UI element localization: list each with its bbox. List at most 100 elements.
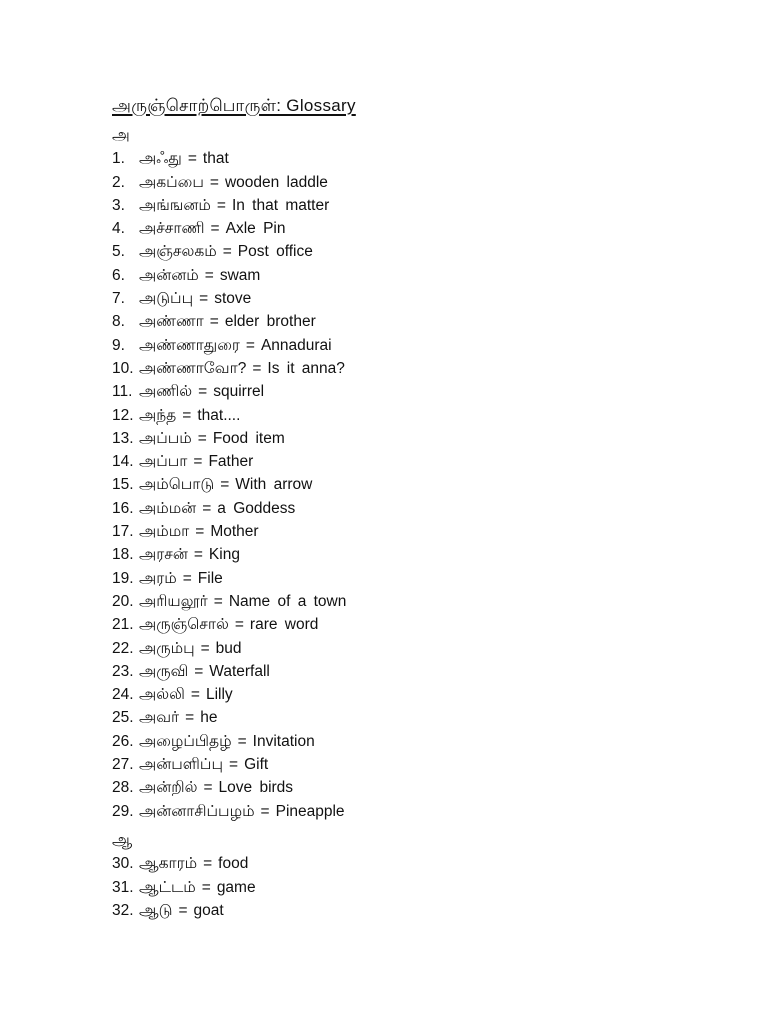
entry-separator: = bbox=[209, 313, 219, 331]
glossary-page: அருஞ்சொற்பொருள்: Glossary அ 1. அஃது = that 2.… bbox=[112, 94, 712, 922]
entry-tamil-word: அம்மன் bbox=[139, 499, 197, 517]
entry-tamil-word: அணில் bbox=[139, 383, 193, 401]
entry-tamil-word: அஞ்சலகம் bbox=[139, 243, 217, 261]
entry-number: 4. bbox=[112, 220, 125, 238]
entry-english-meaning: goat bbox=[193, 901, 224, 919]
entry-tamil-word: அரும்பு bbox=[139, 639, 195, 657]
entry-tamil-word: அண்ணாவோ? bbox=[139, 359, 247, 377]
entry-english-meaning: elder brother bbox=[224, 313, 316, 331]
glossary-entry: 23. அருவி = Waterfall bbox=[112, 660, 712, 683]
entry-tamil-word: அஃது bbox=[139, 150, 182, 168]
entry-separator: = bbox=[213, 592, 223, 610]
entry-number: 18. bbox=[112, 546, 134, 564]
glossary-entry: 12. அந்த = that.... bbox=[112, 404, 712, 427]
entry-separator: = bbox=[237, 732, 247, 750]
entry-separator: = bbox=[187, 150, 197, 168]
entry-tamil-word: அவர் bbox=[139, 709, 180, 727]
entry-separator: = bbox=[194, 662, 204, 680]
entry-separator: = bbox=[209, 173, 219, 191]
glossary-entry: 3. அங்ஙனம் = In that matter bbox=[112, 194, 712, 217]
entry-tamil-word: அரியலூர் bbox=[139, 592, 208, 610]
entry-separator: = bbox=[234, 616, 244, 634]
glossary-entry: 29. அன்னாசிப்பழம் = Pineapple bbox=[112, 800, 712, 823]
glossary-entry: 30. ஆகாரம் = food bbox=[112, 852, 712, 875]
entry-number: 21. bbox=[112, 616, 134, 634]
glossary-entry: 6. அன்னம் = swam bbox=[112, 264, 712, 287]
entry-tamil-word: அழைப்பிதழ் bbox=[139, 732, 232, 750]
entry-separator: = bbox=[220, 476, 230, 494]
glossary-entry: 31. ஆட்டம் = game bbox=[112, 876, 712, 899]
entry-separator: = bbox=[193, 453, 203, 471]
entry-english-meaning: Axle Pin bbox=[225, 220, 286, 238]
entry-number: 17. bbox=[112, 523, 134, 541]
glossary-entry: 27. அன்பளிப்பு = Gift bbox=[112, 753, 712, 776]
entry-tamil-word: அன்றில் bbox=[139, 779, 198, 797]
glossary-entry: 16. அம்மன் = a Goddess bbox=[112, 497, 712, 520]
entry-number: 23. bbox=[112, 662, 134, 680]
entry-tamil-word: அண்ணாதுரை bbox=[139, 336, 240, 354]
entry-tamil-word: அந்த bbox=[139, 406, 177, 424]
entry-tamil-word: ஆகாரம் bbox=[139, 855, 198, 873]
glossary-entry: 1. அஃது = that bbox=[112, 147, 712, 170]
entry-separator: = bbox=[222, 243, 232, 261]
entry-separator: = bbox=[245, 336, 255, 354]
entry-number: 30. bbox=[112, 855, 134, 873]
glossary-entry: 14. அப்பா = Father bbox=[112, 450, 712, 473]
glossary-entry: 20. அரியலூர் = Name of a town bbox=[112, 590, 712, 613]
entry-number: 28. bbox=[112, 779, 134, 797]
entry-english-meaning: Pineapple bbox=[275, 802, 345, 820]
entry-tamil-word: அன்பளிப்பு bbox=[139, 756, 223, 774]
glossary-entry: 8. அண்ணா = elder brother bbox=[112, 310, 712, 333]
entry-english-meaning: rare word bbox=[249, 616, 319, 634]
entry-number: 7. bbox=[112, 290, 125, 308]
entry-number: 15. bbox=[112, 476, 134, 494]
entry-english-meaning: Love birds bbox=[218, 779, 294, 797]
entry-english-meaning: swam bbox=[219, 266, 261, 284]
entry-separator: = bbox=[185, 709, 195, 727]
glossary-entry: 13. அப்பம் = Food item bbox=[112, 427, 712, 450]
entry-english-meaning: food bbox=[218, 855, 249, 873]
entry-english-meaning: King bbox=[208, 546, 240, 564]
entry-number: 22. bbox=[112, 639, 134, 657]
entry-number: 27. bbox=[112, 756, 134, 774]
entry-english-meaning: Mother bbox=[210, 523, 259, 541]
glossary-entry: 25. அவர் = he bbox=[112, 706, 712, 729]
entry-separator: = bbox=[202, 499, 212, 517]
entry-number: 32. bbox=[112, 901, 134, 919]
entry-tamil-word: அருஞ்சொல் bbox=[139, 616, 229, 634]
glossary-entry: 10. அண்ணாவோ? = Is it anna? bbox=[112, 357, 712, 380]
glossary-entry: 9. அண்ணாதுரை = Annadurai bbox=[112, 334, 712, 357]
entry-separator: = bbox=[203, 779, 213, 797]
entry-english-meaning: Food item bbox=[212, 429, 285, 447]
entry-number: 25. bbox=[112, 709, 134, 727]
entry-english-meaning: Name of a town bbox=[228, 592, 347, 610]
glossary-entry: 11. அணில் = squirrel bbox=[112, 380, 712, 403]
entry-english-meaning: that bbox=[202, 150, 229, 168]
glossary-sections: அ 1. அஃது = that 2. அகப்பை = wooden laddle 3. அங்ங… bbox=[112, 124, 712, 922]
entry-separator: = bbox=[195, 523, 205, 541]
entry-separator: = bbox=[200, 639, 210, 657]
entry-english-meaning: Waterfall bbox=[209, 662, 270, 680]
entry-separator: = bbox=[252, 359, 262, 377]
glossary-entry: 7. அடுப்பு = stove bbox=[112, 287, 712, 310]
entry-number: 20. bbox=[112, 592, 134, 610]
entry-separator: = bbox=[201, 878, 211, 896]
entry-tamil-word: அப்பா bbox=[139, 453, 188, 471]
entry-tamil-word: அப்பம் bbox=[139, 429, 192, 447]
entry-separator: = bbox=[193, 546, 203, 564]
entry-english-meaning: wooden laddle bbox=[224, 173, 328, 191]
glossary-entry: 22. அரும்பு = bud bbox=[112, 637, 712, 660]
entry-number: 12. bbox=[112, 406, 134, 424]
entry-english-meaning: Is it anna? bbox=[267, 359, 345, 377]
entry-separator: = bbox=[198, 383, 208, 401]
entry-number: 31. bbox=[112, 878, 134, 896]
entry-separator: = bbox=[197, 429, 207, 447]
glossary-entry: 28. அன்றில் = Love birds bbox=[112, 776, 712, 799]
entry-tamil-word: அரசன் bbox=[139, 546, 188, 564]
entry-number: 3. bbox=[112, 196, 125, 214]
entry-english-meaning: squirrel bbox=[213, 383, 265, 401]
entry-english-meaning: Annadurai bbox=[260, 336, 332, 354]
entry-tamil-word: அடுப்பு bbox=[139, 290, 194, 308]
glossary-entry: 15. அம்பொடு = With arrow bbox=[112, 473, 712, 496]
entry-number: 1. bbox=[112, 150, 125, 168]
